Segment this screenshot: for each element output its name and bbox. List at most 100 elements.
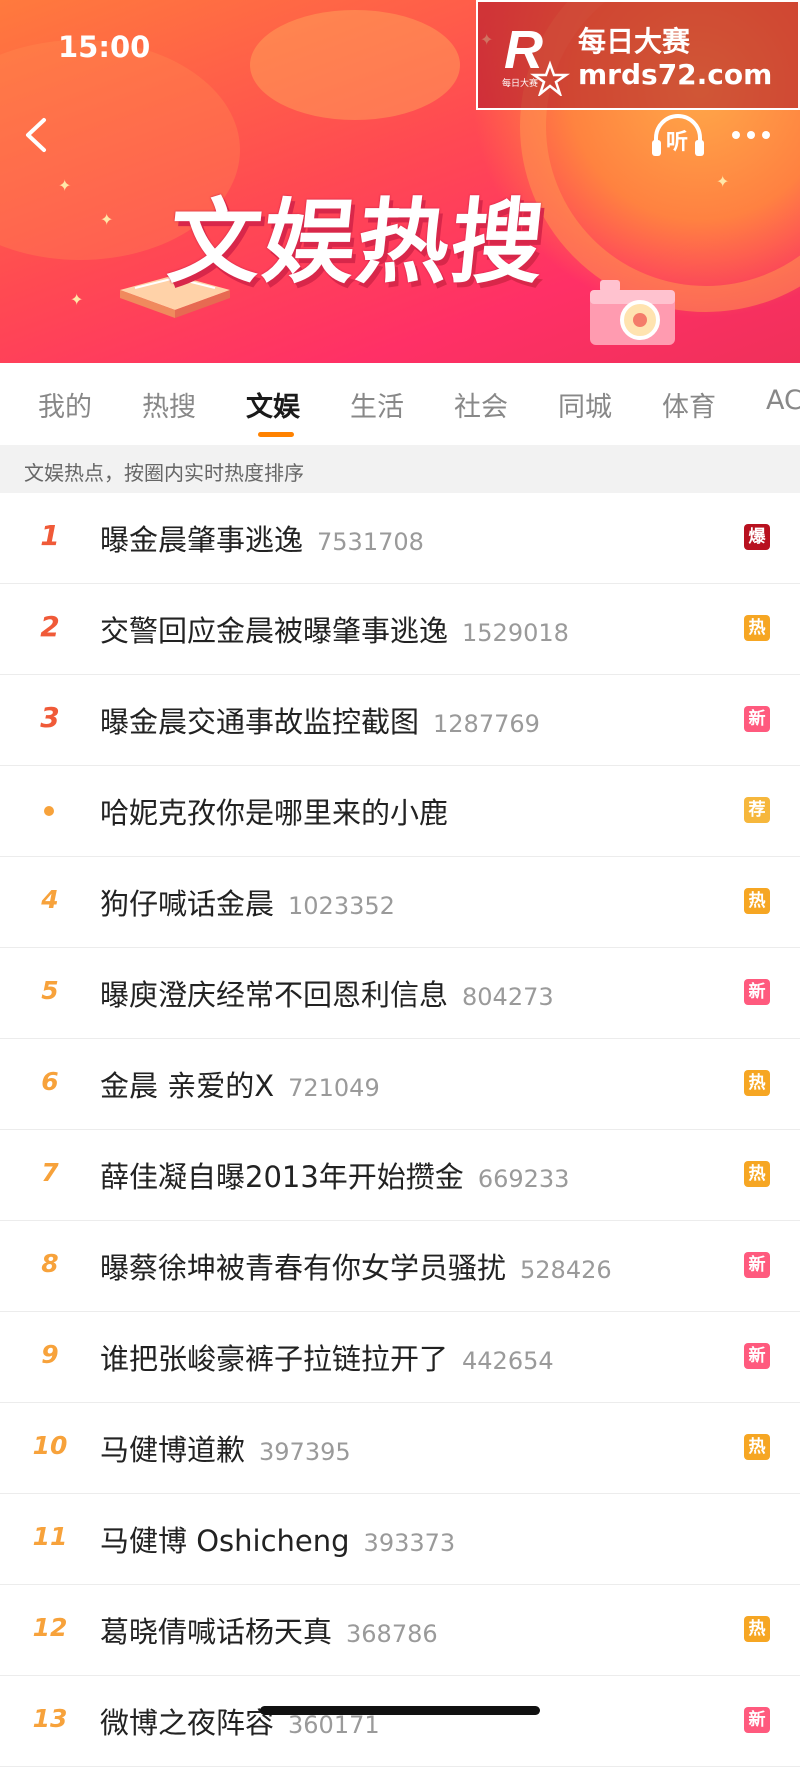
promoted-dot-icon [44, 806, 54, 816]
tab-hot[interactable]: 热搜 [142, 385, 196, 424]
topic-title: 曝庾澄庆经常不回恩利信息 [100, 978, 449, 1012]
topic-link[interactable]: 曝庾澄庆经常不回恩利信息 804273 [100, 972, 554, 1014]
topic-link[interactable]: 薛佳凝自曝2013年开始攒金 669233 [100, 1154, 569, 1196]
heat-count: 368786 [346, 1620, 438, 1648]
rank-number: 9 [41, 1340, 59, 1369]
category-tabs: 我的 热搜 文娱 生活 社会 同城 体育 AC [0, 363, 800, 445]
listen-button[interactable]: 听 [648, 112, 708, 162]
watermark-url: mrds72.com [578, 58, 773, 91]
rank-number: 1 [40, 519, 60, 552]
status-badge: 荐 [744, 797, 770, 823]
list-item[interactable]: 13 微博之夜阵容 360171 新 [0, 1676, 800, 1767]
heat-count: 1023352 [288, 892, 395, 920]
rank-number: 11 [32, 1522, 68, 1551]
active-tab-indicator [258, 432, 294, 437]
topic-link[interactable]: 马健博 Oshicheng 393373 [100, 1518, 455, 1560]
topic-link[interactable]: 哈妮克孜你是哪里来的小鹿 [100, 790, 448, 832]
topic-title: 哈妮克孜你是哪里来的小鹿 [100, 796, 449, 830]
tab-entertainment[interactable]: 文娱 [246, 385, 300, 424]
tab-sports[interactable]: 体育 [662, 385, 716, 424]
tab-life[interactable]: 生活 [350, 385, 404, 424]
topic-title: 谁把张峻豪裤子拉链拉开了 [100, 1342, 449, 1376]
chevron-left-icon [26, 118, 46, 152]
list-item[interactable]: 1 曝金晨肇事逃逸 7531708 爆 [0, 493, 800, 584]
status-badge: 热 [744, 888, 770, 914]
status-badge: 新 [744, 1707, 770, 1733]
topic-link[interactable]: 葛晓倩喊话杨天真 368786 [100, 1609, 438, 1651]
list-item[interactable]: 4 狗仔喊话金晨 1023352 热 [0, 857, 800, 948]
status-badge: 热 [744, 1161, 770, 1187]
tab-mine[interactable]: 我的 [38, 385, 92, 424]
tab-acg[interactable]: AC [766, 385, 800, 416]
rank-number: 12 [32, 1613, 68, 1642]
status-badge: 热 [744, 1616, 770, 1642]
list-item[interactable]: 8 曝蔡徐坤被青春有你女学员骚扰 528426 新 [0, 1221, 800, 1312]
list-item[interactable]: 6 金晨 亲爱的X 721049 热 [0, 1039, 800, 1130]
topic-title: 马健博道歉 [100, 1433, 246, 1467]
svg-text:每日大赛: 每日大赛 [502, 77, 538, 89]
topic-link[interactable]: 马健博道歉 397395 [100, 1427, 351, 1469]
status-time: 15:00 [58, 30, 151, 64]
heat-count: 7531708 [317, 528, 424, 556]
topic-link[interactable]: 谁把张峻豪裤子拉链拉开了 442654 [100, 1336, 554, 1378]
topic-link[interactable]: 狗仔喊话金晨 1023352 [100, 881, 395, 923]
status-badge: 热 [744, 615, 770, 641]
page-title: 文娱热搜 [163, 189, 551, 296]
topic-title: 薛佳凝自曝2013年开始攒金 [100, 1160, 464, 1194]
hot-search-list: 1 曝金晨肇事逃逸 7531708 爆 2 交警回应金晨被曝肇事逃逸 1529018 热 3 曝金… [0, 493, 800, 1767]
camera-illustration [590, 280, 675, 345]
list-item[interactable]: 7 薛佳凝自曝2013年开始攒金 669233 热 [0, 1130, 800, 1221]
watermark-title: 每日大赛 [578, 25, 691, 58]
status-badge: 新 [744, 706, 770, 732]
tab-society[interactable]: 社会 [454, 385, 508, 424]
list-item[interactable]: 3 曝金晨交通事故监控截图 1287769 新 [0, 675, 800, 766]
heat-count: 397395 [259, 1438, 351, 1466]
heat-count: 1529018 [462, 619, 569, 647]
list-item[interactable]: 哈妮克孜你是哪里来的小鹿 荐 [0, 766, 800, 857]
list-item[interactable]: 9 谁把张峻豪裤子拉链拉开了 442654 新 [0, 1312, 800, 1403]
banner-cloud-top [250, 10, 460, 120]
topic-title: 狗仔喊话金晨 [100, 887, 275, 921]
rank-number: 8 [41, 1249, 59, 1278]
list-hint-text: 文娱热点，按圈内实时热度排序 [24, 461, 304, 485]
list-item[interactable]: 2 交警回应金晨被曝肇事逃逸 1529018 热 [0, 584, 800, 675]
back-button[interactable] [12, 110, 62, 160]
rank-number: 3 [40, 701, 60, 734]
topic-title: 曝金晨交通事故监控截图 [100, 705, 420, 739]
status-badge: 爆 [744, 524, 770, 550]
heat-count: 393373 [363, 1529, 456, 1557]
topic-title: 交警回应金晨被曝肇事逃逸 [100, 614, 449, 648]
topic-link[interactable]: 金晨 亲爱的X 721049 [100, 1063, 380, 1105]
sparkle-icon: ✦ [716, 172, 730, 191]
sparkle-icon: ✦ [70, 290, 84, 309]
heat-count: 360171 [288, 1711, 380, 1739]
rank-number: 7 [41, 1158, 59, 1187]
sparkle-icon: ✦ [58, 176, 72, 195]
topic-link[interactable]: 交警回应金晨被曝肇事逃逸 1529018 [100, 608, 569, 650]
status-badge: 新 [744, 979, 770, 1005]
sparkle-icon: ✦ [100, 210, 114, 229]
topic-link[interactable]: 曝金晨肇事逃逸 7531708 [100, 517, 424, 559]
list-item[interactable]: 11 马健博 Oshicheng 393373 [0, 1494, 800, 1585]
list-item[interactable]: 10 马健博道歉 397395 热 [0, 1403, 800, 1494]
svg-text:R: R [504, 20, 543, 80]
status-badge: 热 [744, 1434, 770, 1460]
heat-count: 804273 [462, 983, 554, 1011]
list-item[interactable]: 5 曝庾澄庆经常不回恩利信息 804273 新 [0, 948, 800, 1039]
rank-number: 5 [41, 976, 59, 1005]
topic-link[interactable]: 曝蔡徐坤被青春有你女学员骚扰 528426 [100, 1245, 612, 1287]
heat-count: 1287769 [433, 710, 540, 738]
rank-number: 2 [40, 610, 60, 643]
list-hint-bar: 文娱热点，按圈内实时热度排序 [0, 445, 800, 493]
topic-title: 微博之夜阵容 [100, 1706, 275, 1740]
topic-link[interactable]: 曝金晨交通事故监控截图 1287769 [100, 699, 540, 741]
more-dots-icon [732, 131, 770, 139]
rank-number: 13 [32, 1704, 68, 1733]
more-button[interactable] [726, 120, 776, 150]
tab-local[interactable]: 同城 [558, 385, 612, 424]
heat-count: 669233 [477, 1165, 570, 1193]
list-item[interactable]: 12 葛晓倩喊话杨天真 368786 热 [0, 1585, 800, 1676]
topic-title: 葛晓倩喊话杨天真 [100, 1615, 333, 1649]
heat-count: 442654 [462, 1347, 554, 1375]
watermark: R 每日大赛 每日大赛 mrds72.com [476, 0, 800, 110]
